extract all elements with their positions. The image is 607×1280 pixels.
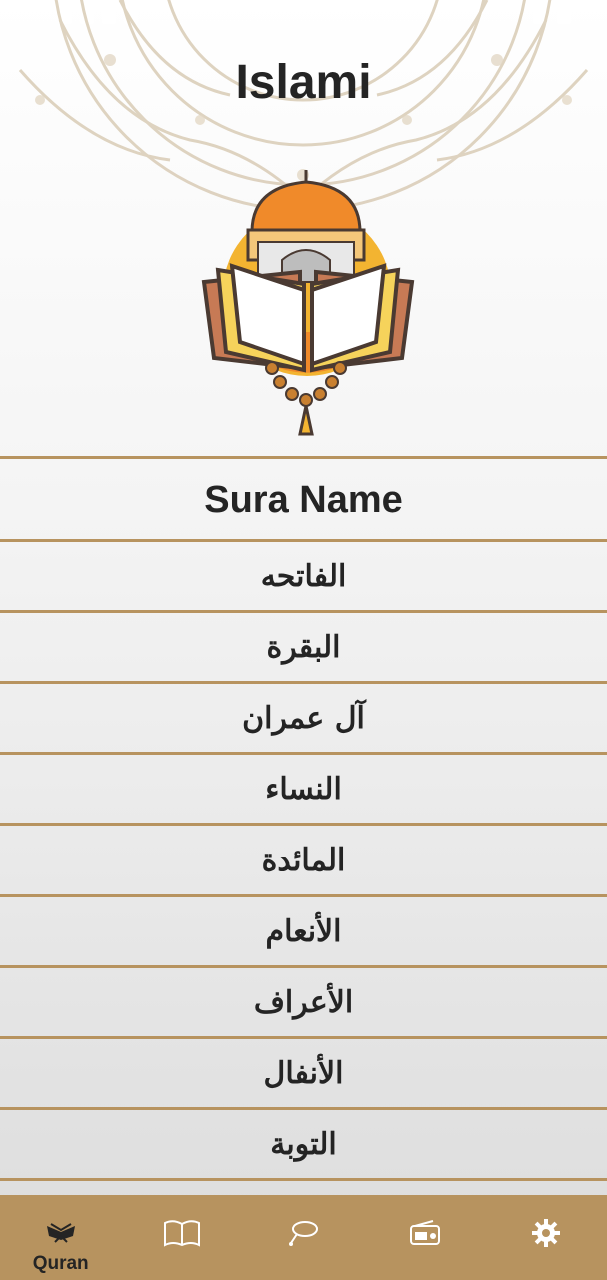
nav-tab-hadeth[interactable]	[122, 1195, 243, 1253]
sura-item[interactable]: المائدة	[0, 826, 607, 897]
book-icon	[162, 1213, 202, 1253]
bottom-navigation: Quran	[0, 1195, 607, 1280]
sura-item[interactable]: التوبة	[0, 1110, 607, 1181]
quran-logo	[200, 142, 416, 442]
sura-item[interactable]: النساء	[0, 755, 607, 826]
sura-item[interactable]: الأنعام	[0, 897, 607, 968]
quran-icon	[41, 1213, 81, 1253]
nav-tab-sebha[interactable]	[243, 1195, 364, 1253]
nav-tab-quran[interactable]: Quran	[0, 1195, 121, 1275]
nav-tab-radio[interactable]	[364, 1195, 485, 1253]
nav-tab-settings[interactable]	[486, 1195, 607, 1253]
app-title: Islami	[235, 56, 372, 109]
radio-icon	[405, 1213, 445, 1253]
divider	[0, 456, 607, 459]
sura-item[interactable]: آل عمران	[0, 684, 607, 755]
sura-name-header: Sura Name	[204, 478, 403, 521]
sura-list: الفاتحه البقرة آل عمران النساء المائدة ا…	[0, 542, 607, 1181]
sebha-icon	[283, 1213, 323, 1253]
sura-item[interactable]: الأنفال	[0, 1039, 607, 1110]
sura-item[interactable]: الفاتحه	[0, 542, 607, 613]
nav-label-quran: Quran	[32, 1253, 89, 1274]
sura-item[interactable]: الأعراف	[0, 968, 607, 1039]
sura-item[interactable]: البقرة	[0, 613, 607, 684]
settings-icon	[526, 1213, 566, 1253]
